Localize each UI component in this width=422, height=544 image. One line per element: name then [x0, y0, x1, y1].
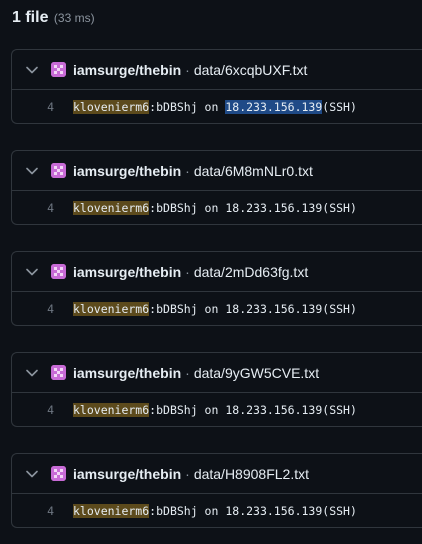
code-snippet: 4 klovenierm6:bDBShj on 18.233.156.139(S…	[12, 90, 422, 123]
path-separator: ·	[185, 61, 190, 78]
repo-link[interactable]: iamsurge/thebin	[73, 163, 181, 179]
code-text: :bDBShj on	[149, 403, 226, 417]
repo-link[interactable]: iamsurge/thebin	[73, 264, 181, 280]
line-number[interactable]: 4	[12, 100, 54, 114]
code-line: klovenierm6:bDBShj on 18.233.156.139(SSH…	[73, 100, 357, 114]
code-suffix: (SSH)	[322, 302, 357, 316]
code-text: :bDBShj on	[149, 504, 226, 518]
file-path-link[interactable]: data/H8908FL2.txt	[194, 466, 309, 482]
code-text: :bDBShj on	[149, 100, 226, 114]
search-timing: (33 ms)	[53, 11, 95, 25]
ip-text: 18.233.156.139	[225, 302, 323, 316]
match-highlight: klovenierm6	[73, 201, 150, 215]
code-snippet: 4 klovenierm6:bDBShj on 18.233.156.139(S…	[12, 494, 422, 527]
repo-avatar	[51, 163, 66, 178]
repo-link[interactable]: iamsurge/thebin	[73, 62, 181, 78]
line-number[interactable]: 4	[12, 201, 54, 215]
match-highlight: klovenierm6	[73, 403, 150, 417]
chevron-down-icon[interactable]	[25, 366, 39, 380]
path-separator: ·	[185, 162, 190, 179]
repo-avatar	[51, 264, 66, 279]
result-header: iamsurge/thebin · data/9yGW5CVE.txt	[12, 353, 422, 393]
chevron-down-icon[interactable]	[25, 164, 39, 178]
file-path-link[interactable]: data/6M8mNLr0.txt	[194, 163, 313, 179]
ip-text: 18.233.156.139	[225, 504, 323, 518]
code-snippet: 4 klovenierm6:bDBShj on 18.233.156.139(S…	[12, 393, 422, 426]
search-result-card: iamsurge/thebin · data/2mDd63fg.txt 4 kl…	[11, 251, 422, 326]
ip-text: 18.233.156.139	[225, 403, 323, 417]
code-line: klovenierm6:bDBShj on 18.233.156.139(SSH…	[73, 201, 357, 215]
search-result-card: iamsurge/thebin · data/9yGW5CVE.txt 4 kl…	[11, 352, 422, 427]
results-summary: 1 file (33 ms)	[12, 9, 95, 27]
repo-avatar	[51, 466, 66, 481]
code-snippet: 4 klovenierm6:bDBShj on 18.233.156.139(S…	[12, 292, 422, 325]
path-separator: ·	[185, 465, 190, 482]
path-separator: ·	[185, 364, 190, 381]
code-suffix: (SSH)	[322, 201, 357, 215]
code-text: :bDBShj on	[149, 201, 226, 215]
file-path-link[interactable]: data/2mDd63fg.txt	[194, 264, 308, 280]
code-text: :bDBShj on	[149, 302, 226, 316]
result-header: iamsurge/thebin · data/2mDd63fg.txt	[12, 252, 422, 292]
search-result-card: iamsurge/thebin · data/6M8mNLr0.txt 4 kl…	[11, 150, 422, 225]
code-suffix: (SSH)	[322, 403, 357, 417]
chevron-down-icon[interactable]	[25, 265, 39, 279]
selected-ip-text: 18.233.156.139	[225, 100, 323, 114]
repo-avatar	[51, 365, 66, 380]
code-snippet: 4 klovenierm6:bDBShj on 18.233.156.139(S…	[12, 191, 422, 224]
ip-text: 18.233.156.139	[225, 201, 323, 215]
search-result-card: iamsurge/thebin · data/H8908FL2.txt 4 kl…	[11, 453, 422, 528]
repo-avatar	[51, 62, 66, 77]
repo-link[interactable]: iamsurge/thebin	[73, 365, 181, 381]
match-highlight: klovenierm6	[73, 504, 150, 518]
code-line: klovenierm6:bDBShj on 18.233.156.139(SSH…	[73, 504, 357, 518]
path-separator: ·	[185, 263, 190, 280]
code-suffix: (SSH)	[322, 504, 357, 518]
code-line: klovenierm6:bDBShj on 18.233.156.139(SSH…	[73, 403, 357, 417]
chevron-down-icon[interactable]	[25, 63, 39, 77]
chevron-down-icon[interactable]	[25, 467, 39, 481]
result-header: iamsurge/thebin · data/H8908FL2.txt	[12, 454, 422, 494]
search-result-card: iamsurge/thebin · data/6xcqbUXF.txt 4 kl…	[11, 49, 422, 124]
result-count: 1 file	[12, 9, 49, 26]
match-highlight: klovenierm6	[73, 302, 150, 316]
result-header: iamsurge/thebin · data/6xcqbUXF.txt	[12, 50, 422, 90]
file-path-link[interactable]: data/6xcqbUXF.txt	[194, 62, 308, 78]
line-number[interactable]: 4	[12, 403, 54, 417]
code-suffix: (SSH)	[322, 100, 357, 114]
repo-link[interactable]: iamsurge/thebin	[73, 466, 181, 482]
line-number[interactable]: 4	[12, 504, 54, 518]
line-number[interactable]: 4	[12, 302, 54, 316]
match-highlight: klovenierm6	[73, 100, 150, 114]
result-header: iamsurge/thebin · data/6M8mNLr0.txt	[12, 151, 422, 191]
code-line: klovenierm6:bDBShj on 18.233.156.139(SSH…	[73, 302, 357, 316]
file-path-link[interactable]: data/9yGW5CVE.txt	[194, 365, 319, 381]
